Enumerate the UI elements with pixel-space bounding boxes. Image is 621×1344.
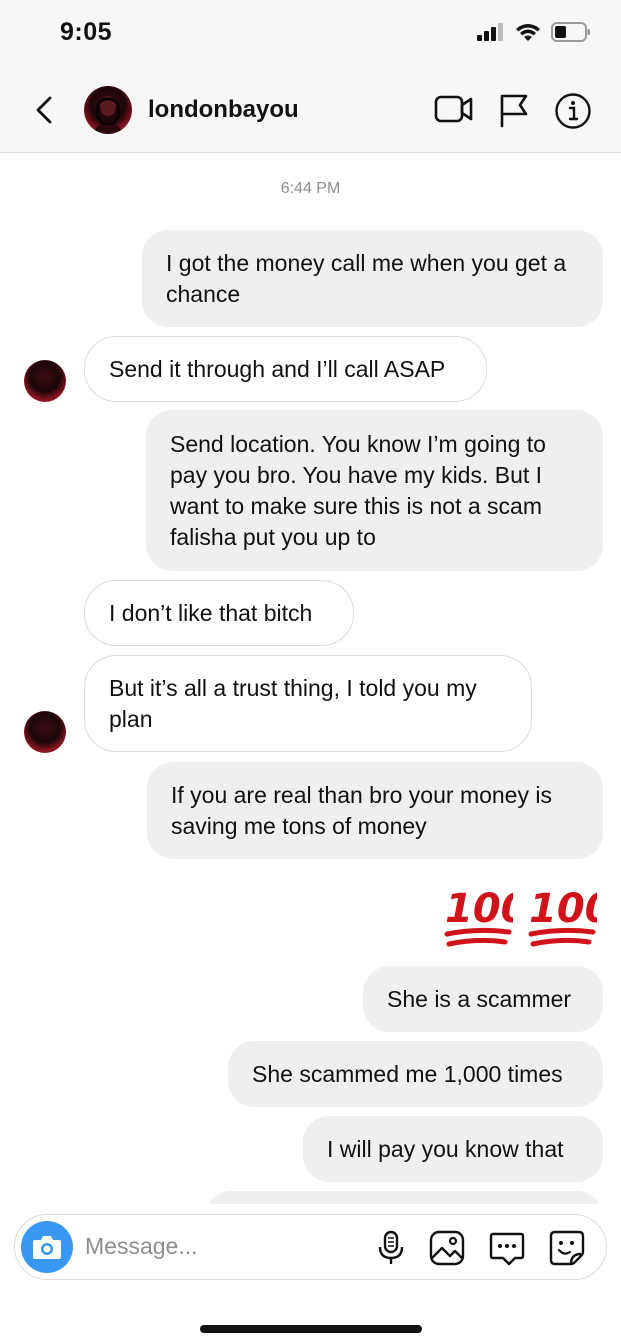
svg-text:100: 100 (529, 886, 597, 932)
avatar[interactable] (84, 86, 132, 134)
message-bubble-sent[interactable]: If you are real than bro your money is s… (147, 762, 603, 859)
gallery-icon[interactable] (429, 1230, 465, 1266)
svg-text:100: 100 (445, 886, 513, 932)
message-text: If you are real than bro your money is s… (171, 781, 552, 839)
status-bar: 9:05 (0, 0, 621, 70)
message-bubble-sent[interactable]: I got the money call me when you get a c… (142, 230, 603, 327)
back-icon[interactable] (28, 92, 64, 128)
status-icons (477, 22, 591, 42)
avatar-photo (94, 96, 122, 134)
hundred-points-icon: 100 (528, 886, 597, 947)
message-text: I don’t like that bitch (109, 599, 313, 626)
hundred-points-icon: 100 (444, 886, 513, 947)
message-bubble-sent[interactable]: She is a scammer (363, 966, 603, 1032)
message-bubble-sent[interactable]: She scammed me 1,000 times (228, 1041, 603, 1107)
camera-icon (33, 1236, 61, 1259)
message-text: I will pay you know that (327, 1135, 564, 1162)
conversation-username[interactable]: londonbayou (148, 96, 299, 124)
message-bubble-received[interactable]: Send it through and I’ll call ASAP (84, 336, 487, 402)
message-text: Send location. You know I’m going to pay… (170, 430, 546, 550)
cellular-signal-icon (477, 23, 503, 41)
message-bubble-sent[interactable]: Send location. You know I’m going to pay… (146, 410, 603, 571)
message-bubble-received[interactable]: I don’t like that bitch (84, 580, 354, 646)
microphone-icon[interactable] (377, 1230, 405, 1266)
sender-avatar[interactable] (24, 360, 66, 402)
home-indicator[interactable] (200, 1325, 422, 1333)
message-bubble-partial[interactable] (205, 1191, 603, 1204)
message-text: I got the money call me when you get a c… (166, 249, 567, 307)
conversation-header: londonbayou (0, 70, 621, 153)
flag-icon[interactable] (498, 92, 530, 128)
message-text: She is a scammer (387, 985, 572, 1012)
video-call-icon[interactable] (434, 92, 474, 126)
message-text: Send it through and I’ll call ASAP (109, 355, 446, 382)
chat-bubble-icon[interactable] (489, 1230, 525, 1266)
info-icon[interactable] (554, 92, 592, 130)
camera-button[interactable] (21, 1221, 73, 1273)
status-time: 9:05 (60, 18, 113, 46)
message-bubble-sent[interactable]: I will pay you know that (303, 1116, 603, 1182)
sticker-icon[interactable] (549, 1230, 585, 1266)
message-thread[interactable]: 6:44 PM I got the money call me when you… (0, 152, 621, 1204)
message-text: But it’s all a trust thing, I told you m… (109, 674, 477, 732)
sender-avatar[interactable] (24, 711, 66, 753)
emoji-message[interactable]: 100 100 (443, 880, 597, 950)
message-composer: Message... (14, 1214, 607, 1280)
wifi-icon (516, 24, 540, 41)
message-input[interactable]: Message... (85, 1233, 198, 1260)
message-bubble-received[interactable]: But it’s all a trust thing, I told you m… (84, 655, 532, 752)
battery-icon (551, 22, 590, 42)
message-text: She scammed me 1,000 times (252, 1060, 563, 1087)
message-timestamp: 6:44 PM (280, 180, 341, 197)
